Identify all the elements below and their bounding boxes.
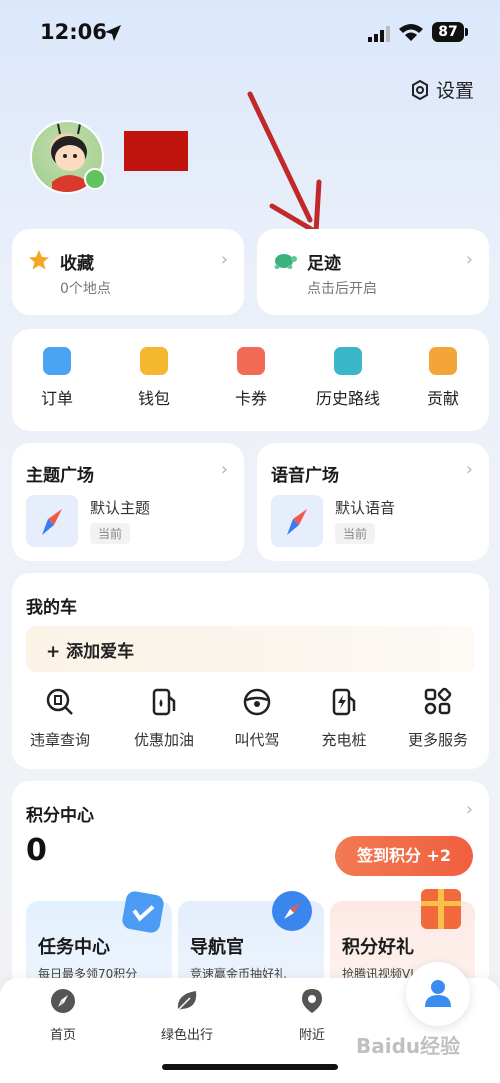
- status-time: 12:06: [40, 20, 107, 44]
- service-more[interactable]: 更多服务: [393, 687, 483, 750]
- theme-item: 默认主题: [90, 499, 151, 517]
- status-bar: 12:06 87: [0, 0, 500, 66]
- service-label: 优惠加油: [133, 731, 194, 749]
- current-tag: 当前: [90, 523, 131, 544]
- quick-action-order[interactable]: 订单: [12, 347, 102, 409]
- theme-plaza-title: 主题广场: [26, 466, 94, 486]
- service-designated-driver[interactable]: 叫代驾: [212, 687, 302, 750]
- tab-label: 绿色出行: [160, 1028, 213, 1043]
- location-pin-icon: [302, 989, 322, 1013]
- theme-plaza-card[interactable]: 主题广场 › 默认主题 当前: [12, 443, 244, 561]
- tab-nearby[interactable]: 附近: [267, 988, 357, 1043]
- coupon-icon: [237, 347, 265, 375]
- quick-action-history-route[interactable]: 历史路线: [303, 347, 393, 409]
- wifi-icon: [399, 24, 423, 41]
- service-label: 违章查询: [29, 731, 90, 749]
- service-label: 叫代驾: [234, 731, 280, 749]
- service-label: 更多服务: [407, 731, 468, 749]
- voice-item: 默认语音: [335, 499, 396, 517]
- footprint-title: 足迹: [307, 254, 341, 274]
- route-icon: [334, 347, 362, 375]
- profile-icon: [425, 980, 451, 1007]
- quick-action-label: 贡献: [426, 389, 459, 408]
- voice-plaza-title: 语音广场: [271, 466, 339, 486]
- footprint-card[interactable]: 足迹 点击后开启 ›: [257, 229, 489, 315]
- voice-plaza-card[interactable]: 语音广场 › 默认语音 当前: [257, 443, 489, 561]
- fuel-icon: [152, 688, 176, 716]
- location-arrow-icon: [105, 25, 121, 41]
- battery-tip: [465, 28, 468, 36]
- my-car-title: 我的车: [26, 598, 77, 618]
- points-value: 0: [26, 833, 47, 868]
- violation-search-icon: [46, 688, 73, 715]
- home-indicator: [162, 1064, 338, 1070]
- points-gift-title: 积分好礼: [342, 937, 414, 958]
- quick-action-label: 钱包: [137, 389, 170, 408]
- home-compass-icon: [51, 989, 75, 1013]
- compass-needle-icon: [42, 509, 62, 535]
- quick-action-coupon[interactable]: 卡券: [206, 347, 296, 409]
- chevron-right-icon[interactable]: ›: [466, 799, 473, 820]
- order-icon: [43, 347, 71, 375]
- favorites-subtitle: 0个地点: [60, 281, 111, 297]
- footprint-subtitle: 点击后开启: [307, 281, 377, 297]
- quick-action-wallet[interactable]: 钱包: [109, 347, 199, 409]
- wallet-icon: [140, 347, 168, 375]
- compass-icon: [272, 891, 312, 931]
- checkmark-icon: [120, 889, 166, 935]
- tab-home[interactable]: 首页: [18, 988, 108, 1043]
- gift-icon: [421, 889, 461, 929]
- contribute-icon: [429, 347, 457, 375]
- tab-me[interactable]: [406, 962, 470, 1026]
- quick-actions-card: 订单 钱包 卡券 历史路线 贡献: [12, 329, 489, 431]
- steering-wheel-icon: [243, 688, 271, 716]
- current-tag: 当前: [335, 523, 376, 544]
- service-label: 充电桩: [321, 731, 367, 749]
- points-center-title: 积分中心: [26, 806, 94, 826]
- watermark: Baidu经验: [356, 1034, 461, 1058]
- tab-label: 首页: [49, 1028, 76, 1043]
- points-center-card: 积分中心 › 0 签到积分 +2 任务中心 每日最多领70积分 导航官 竞速赢金…: [12, 781, 489, 991]
- settings-label: 设置: [435, 80, 474, 102]
- quick-action-label: 卡券: [234, 389, 267, 408]
- voice-thumbnail: [271, 495, 323, 547]
- service-fuel-discount[interactable]: 优惠加油: [119, 687, 209, 750]
- chevron-right-icon: ›: [465, 459, 473, 480]
- annotation-arrow: [247, 91, 322, 235]
- battery-indicator: 87: [432, 22, 464, 42]
- navigator-title: 导航官: [190, 937, 244, 958]
- sign-in-points-button[interactable]: 签到积分 +2: [335, 836, 473, 876]
- quick-action-label: 订单: [40, 389, 73, 408]
- tab-label: 附近: [298, 1028, 325, 1043]
- chevron-right-icon: ›: [465, 249, 473, 270]
- charging-pile-icon: [332, 688, 356, 716]
- cellular-signal-icon: [368, 26, 390, 42]
- settings-button[interactable]: 设置: [410, 76, 474, 103]
- compass-needle-icon: [287, 509, 307, 535]
- service-charging-pile[interactable]: 充电桩: [299, 687, 389, 750]
- task-center-title: 任务中心: [38, 937, 110, 958]
- favorites-card[interactable]: 收藏 0个地点 ›: [12, 229, 244, 315]
- chevron-right-icon: ›: [220, 459, 228, 480]
- favorites-title: 收藏: [60, 254, 94, 274]
- quick-action-label: 历史路线: [315, 389, 380, 408]
- leaf-icon: [177, 991, 197, 1011]
- chevron-right-icon: ›: [220, 249, 228, 270]
- gear-icon: [411, 79, 428, 100]
- tab-green-travel[interactable]: 绿色出行: [142, 988, 232, 1043]
- theme-thumbnail: [26, 495, 78, 547]
- my-car-card: 我的车 + 添加爱车 违章查询 优惠加油 叫代驾 充电桩 更多服务: [12, 573, 489, 769]
- star-icon: [29, 250, 49, 270]
- turtle-icon: [274, 254, 297, 269]
- quick-action-contribute[interactable]: 贡献: [398, 347, 488, 409]
- add-car-button[interactable]: + 添加爱车: [26, 626, 475, 672]
- service-violation-search[interactable]: 违章查询: [15, 687, 105, 750]
- wechat-badge-icon: [84, 168, 106, 190]
- more-services-icon: [424, 687, 452, 715]
- redacted-username: [124, 131, 188, 171]
